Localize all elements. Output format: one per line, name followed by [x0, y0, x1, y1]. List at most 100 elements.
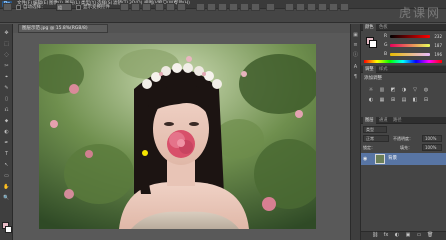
tab-adjustments[interactable]: 调整 [363, 66, 376, 73]
tab-channels[interactable]: 通道 [377, 117, 390, 124]
distribute-hcenter-icon[interactable] [240, 3, 249, 11]
auto-align-icon[interactable] [266, 3, 275, 11]
distribute-top-icon[interactable] [196, 3, 205, 11]
adjustment-icon-8[interactable]: ⊞ [390, 98, 396, 103]
history-brush-icon[interactable]: ⎌ [2, 107, 11, 113]
tab-swatches[interactable]: 色板 [377, 24, 390, 31]
pen-tool-icon[interactable]: ✒ [2, 140, 11, 146]
red-slider[interactable] [390, 35, 430, 38]
auto-select-checkbox[interactable] [16, 5, 21, 10]
3d-rotate-icon[interactable] [296, 3, 305, 11]
zoom-tool-icon[interactable]: 🔍 [2, 195, 11, 201]
adjustment-icon-3[interactable]: ◑ [401, 88, 407, 93]
distribute-right-icon[interactable] [251, 3, 260, 11]
3d-scale-icon[interactable] [340, 3, 349, 11]
align-hcenter-icon[interactable] [166, 3, 175, 11]
tab-layers[interactable]: 图层 [363, 117, 376, 124]
transform-controls-checkbox[interactable] [76, 5, 81, 10]
move-tool-preset-icon[interactable] [3, 3, 12, 11]
delete-layer-icon[interactable]: 🗑 [427, 233, 433, 238]
eyedropper-tool-icon[interactable]: ⌖ [2, 74, 11, 80]
align-top-icon[interactable] [120, 3, 129, 11]
blue-value[interactable]: 196 [432, 52, 442, 57]
document-tab[interactable]: 图层示范.jpg @ 15.8%(RGB/8) [18, 24, 108, 33]
add-mask-icon[interactable]: ◐ [394, 233, 400, 238]
shape-tool-icon[interactable]: ▭ [2, 173, 11, 179]
photo-image [39, 44, 316, 229]
stamp-tool-icon[interactable]: ▯ [2, 96, 11, 102]
watermark-logo: 虎课网 [398, 6, 441, 20]
dodge-tool-icon[interactable]: ◐ [2, 129, 11, 135]
layer-thumbnail[interactable] [375, 154, 385, 164]
adjustments-panel-tabs: 调整 样式 [361, 66, 446, 73]
type-tool-icon[interactable]: T [2, 151, 11, 157]
green-slider-label: G [384, 43, 388, 48]
auto-select-target-dropdown[interactable]: 组 [56, 3, 72, 11]
3d-mode-icon[interactable] [285, 3, 294, 11]
distribute-bottom-icon[interactable] [218, 3, 227, 11]
brush-tool-icon[interactable]: ✎ [2, 85, 11, 91]
layer-filter-dropdown[interactable]: 类型 [363, 126, 387, 133]
link-layers-icon[interactable]: ⛓ [372, 233, 378, 238]
align-bottom-icon[interactable] [142, 3, 151, 11]
lasso-tool-icon[interactable]: ◌ [2, 52, 11, 58]
adjustments-heading: 添加调整 [364, 76, 382, 81]
layers-panel-tabs: 图层 通道 路径 [361, 117, 446, 124]
opacity-label: 不透明度： [393, 136, 413, 141]
crop-tool-icon[interactable]: ✂ [2, 63, 11, 69]
layer-row-selected[interactable] [361, 153, 446, 165]
adjustment-icon-6[interactable]: ◐ [368, 98, 374, 103]
adjustment-layer-icon[interactable]: ▣ [405, 233, 411, 238]
move-tool-icon[interactable]: ✥ [2, 30, 11, 36]
adjustment-icon-9[interactable]: ▤ [401, 98, 407, 103]
layer-name[interactable]: 背景 [388, 156, 397, 162]
color-spectrum-bar[interactable] [364, 60, 442, 63]
distribute-vcenter-icon[interactable] [207, 3, 216, 11]
blend-mode-dropdown[interactable]: 正常 [363, 135, 389, 142]
path-select-icon[interactable]: ↖ [2, 162, 11, 168]
align-vcenter-icon[interactable] [131, 3, 140, 11]
red-value[interactable]: 232 [432, 34, 442, 39]
eraser-tool-icon[interactable]: ⬥ [2, 118, 11, 124]
3d-slide-icon[interactable] [329, 3, 338, 11]
auto-select-label: 自动选择： [23, 5, 46, 10]
info-panel-icon[interactable]: ⓘ [352, 52, 359, 58]
adjustment-icon-10[interactable]: ◧ [412, 98, 418, 103]
hand-tool-icon[interactable]: ✋ [2, 184, 11, 190]
properties-panel-icon[interactable]: ≡ [352, 42, 359, 48]
adjustment-icon-0[interactable]: ☼ [368, 88, 374, 93]
opacity-input[interactable]: 100% [422, 135, 442, 142]
document-photo[interactable] [39, 44, 316, 229]
adjustment-icon-1[interactable]: ▥ [379, 88, 385, 93]
blue-slider[interactable] [390, 53, 430, 56]
background-color-swatch[interactable] [5, 226, 12, 233]
transform-controls-label: 显示变换控件 [83, 5, 110, 10]
marquee-tool-icon[interactable]: ⬚ [2, 41, 11, 47]
adjustment-icon-7[interactable]: ▦ [379, 98, 385, 103]
adjustment-icon-2[interactable]: ◩ [390, 88, 396, 93]
color-panel-tabs: 颜色 色板 [361, 24, 446, 31]
tab-color[interactable]: 颜色 [363, 24, 376, 31]
adjustment-icon-11[interactable]: ⊟ [423, 98, 429, 103]
blue-slider-label: B [384, 52, 388, 57]
adjustment-icon-5[interactable]: ◍ [423, 88, 429, 93]
new-group-icon[interactable]: ▭ [416, 233, 422, 238]
3d-pan-icon[interactable] [318, 3, 327, 11]
paragraph-panel-icon[interactable]: ¶ [352, 74, 359, 80]
green-value[interactable]: 187 [432, 43, 442, 48]
layer-style-icon[interactable]: fx [383, 233, 389, 238]
tab-styles[interactable]: 样式 [377, 66, 390, 73]
align-left-icon[interactable] [155, 3, 164, 11]
character-panel-icon[interactable]: A [352, 64, 359, 70]
tab-paths[interactable]: 路径 [391, 117, 404, 124]
visibility-eye-icon[interactable]: ◉ [363, 156, 368, 162]
panel-background-swatch[interactable] [369, 40, 377, 48]
adjustment-icon-4[interactable]: ▽ [412, 88, 418, 93]
history-panel-icon[interactable]: ▣ [352, 32, 359, 38]
fill-label: 填充： [400, 145, 412, 150]
distribute-left-icon[interactable] [229, 3, 238, 11]
align-right-icon[interactable] [177, 3, 186, 11]
3d-roll-icon[interactable] [307, 3, 316, 11]
green-slider[interactable] [390, 44, 430, 47]
fill-input[interactable]: 100% [422, 144, 442, 151]
